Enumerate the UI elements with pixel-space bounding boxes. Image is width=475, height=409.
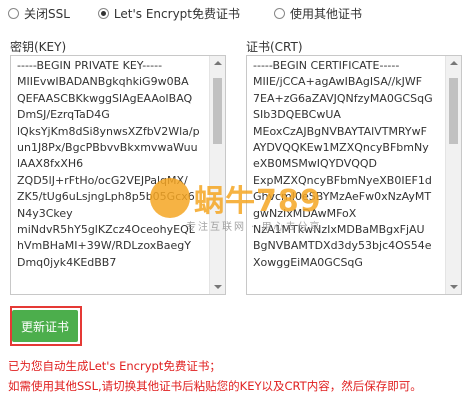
- crt-line: NzA1MTkwNzIxMDBaMBgxFjAU: [253, 223, 425, 237]
- key-line: lQksYjKm8dSi8ynwsXZfbV2Wla/p: [17, 124, 200, 138]
- key-line: hVmBHaMI+39W/RDLzoxBaegY: [17, 239, 191, 253]
- key-line: lAAX8fxXH6: [17, 157, 84, 171]
- scrollbar-thumb[interactable]: [449, 78, 458, 144]
- radio-selected-icon[interactable]: [97, 7, 109, 19]
- radio-circle-icon[interactable]: [274, 7, 285, 19]
- crt-textarea[interactable]: -----BEGIN CERTIFICATE----- MIIE/jCCA+agA…: [246, 55, 462, 295]
- key-line: ZQD5lJ+rFtHo/ocG2VEJPalqMX/: [17, 173, 188, 187]
- scroll-up-arrow-icon[interactable]: [450, 61, 458, 65]
- scrollbar-thumb[interactable]: [213, 78, 222, 144]
- auto-generated-note: 已为您自动生成Let's Encrypt免费证书；: [8, 359, 221, 373]
- radio-circle-icon[interactable]: [8, 7, 19, 19]
- radio-lets-encrypt[interactable]: Let's Encrypt免费证书: [97, 5, 240, 22]
- crt-line: MIIE/jCCA+agAwIBAgISA//kJWF: [253, 75, 423, 89]
- crt-line: MEoxCzAJBgNVBAYTAlVTMRYwF: [253, 124, 427, 138]
- radio-label: Let's Encrypt免费证书: [113, 6, 240, 21]
- crt-scrollbar[interactable]: [445, 56, 461, 294]
- crt-line: AYDVQQKEw1MZXQncyBFbmNy: [253, 141, 429, 155]
- radio-label: 关闭SSL: [24, 6, 70, 21]
- key-line: N4y3Ckey: [17, 206, 73, 220]
- key-line: -----BEGIN PRIVATE KEY-----: [17, 59, 163, 72]
- key-scrollbar[interactable]: [209, 56, 225, 294]
- key-line: QEFAASCBKkwggSlAgEAAoIBAQ: [17, 91, 193, 105]
- key-line: miNdvR5hY5glKZcz4OceohyEQL: [17, 223, 195, 237]
- scroll-up-arrow-icon[interactable]: [214, 61, 222, 65]
- key-line: MIIEvwIBADANBgkqhkiG9w0BA: [17, 75, 189, 89]
- other-ssl-instruction-note: 如需使用其他SSL,请切换其他证书后粘贴您的KEY以及CRT内容，然后保存即可。: [8, 379, 422, 393]
- crt-field-label: 证书(CRT): [246, 40, 303, 54]
- crt-line: ExpMZXQncyBFbmNyeXB0IEF1d: [253, 173, 432, 187]
- key-field-label: 密钥(KEY): [10, 40, 67, 54]
- key-textarea-content: -----BEGIN PRIVATE KEY----- MIIEvwIBADANB…: [17, 58, 207, 271]
- radio-disable-ssl[interactable]: 关闭SSL: [8, 5, 70, 22]
- crt-line: XowggEiMA0GCSqG: [253, 255, 363, 269]
- ssl-mode-radio-group: 关闭SSL Let's Encrypt免费证书 使用其他证书: [8, 4, 376, 22]
- crt-line: SIb3DQEBCwUA: [253, 108, 341, 122]
- crt-line: GhvcmI0eSBYMzAeFw0xNzAyMT: [253, 190, 432, 204]
- key-line: DmSJ/EzrqTaD4G: [17, 108, 110, 122]
- crt-line: gwNzIxMDAwMFoX: [253, 206, 357, 220]
- crt-line: 7EA+zG6aZAVJQNfzyMA0GCSqG: [253, 91, 433, 105]
- scroll-down-arrow-icon[interactable]: [450, 285, 458, 289]
- scroll-down-arrow-icon[interactable]: [214, 285, 222, 289]
- ssl-settings-panel: 关闭SSL Let's Encrypt免费证书 使用其他证书 密钥(KEY) -…: [0, 0, 475, 409]
- crt-line: -----BEGIN CERTIFICATE-----: [253, 59, 400, 72]
- key-line: Dmq0jyk4KEdBB7: [17, 255, 117, 269]
- key-line: ZK5/tUg6uLsjngLph8p5b05Gcx6: [17, 190, 195, 204]
- radio-other-certificate[interactable]: 使用其他证书: [274, 5, 362, 22]
- crt-textarea-content: -----BEGIN CERTIFICATE----- MIIE/jCCA+agA…: [253, 58, 443, 271]
- radio-label: 使用其他证书: [290, 6, 363, 21]
- update-certificate-button[interactable]: 更新证书: [12, 310, 78, 342]
- crt-line: eXB0MSMwIQYDVQQD: [253, 157, 378, 171]
- crt-line: BgNVBAMTDXd3dy53bjc4OS54e: [253, 239, 432, 253]
- key-line: un1J8Px/BgcPBbvvBkxmvwaWuu: [17, 141, 198, 155]
- key-textarea[interactable]: -----BEGIN PRIVATE KEY----- MIIEvwIBADANB…: [10, 55, 226, 295]
